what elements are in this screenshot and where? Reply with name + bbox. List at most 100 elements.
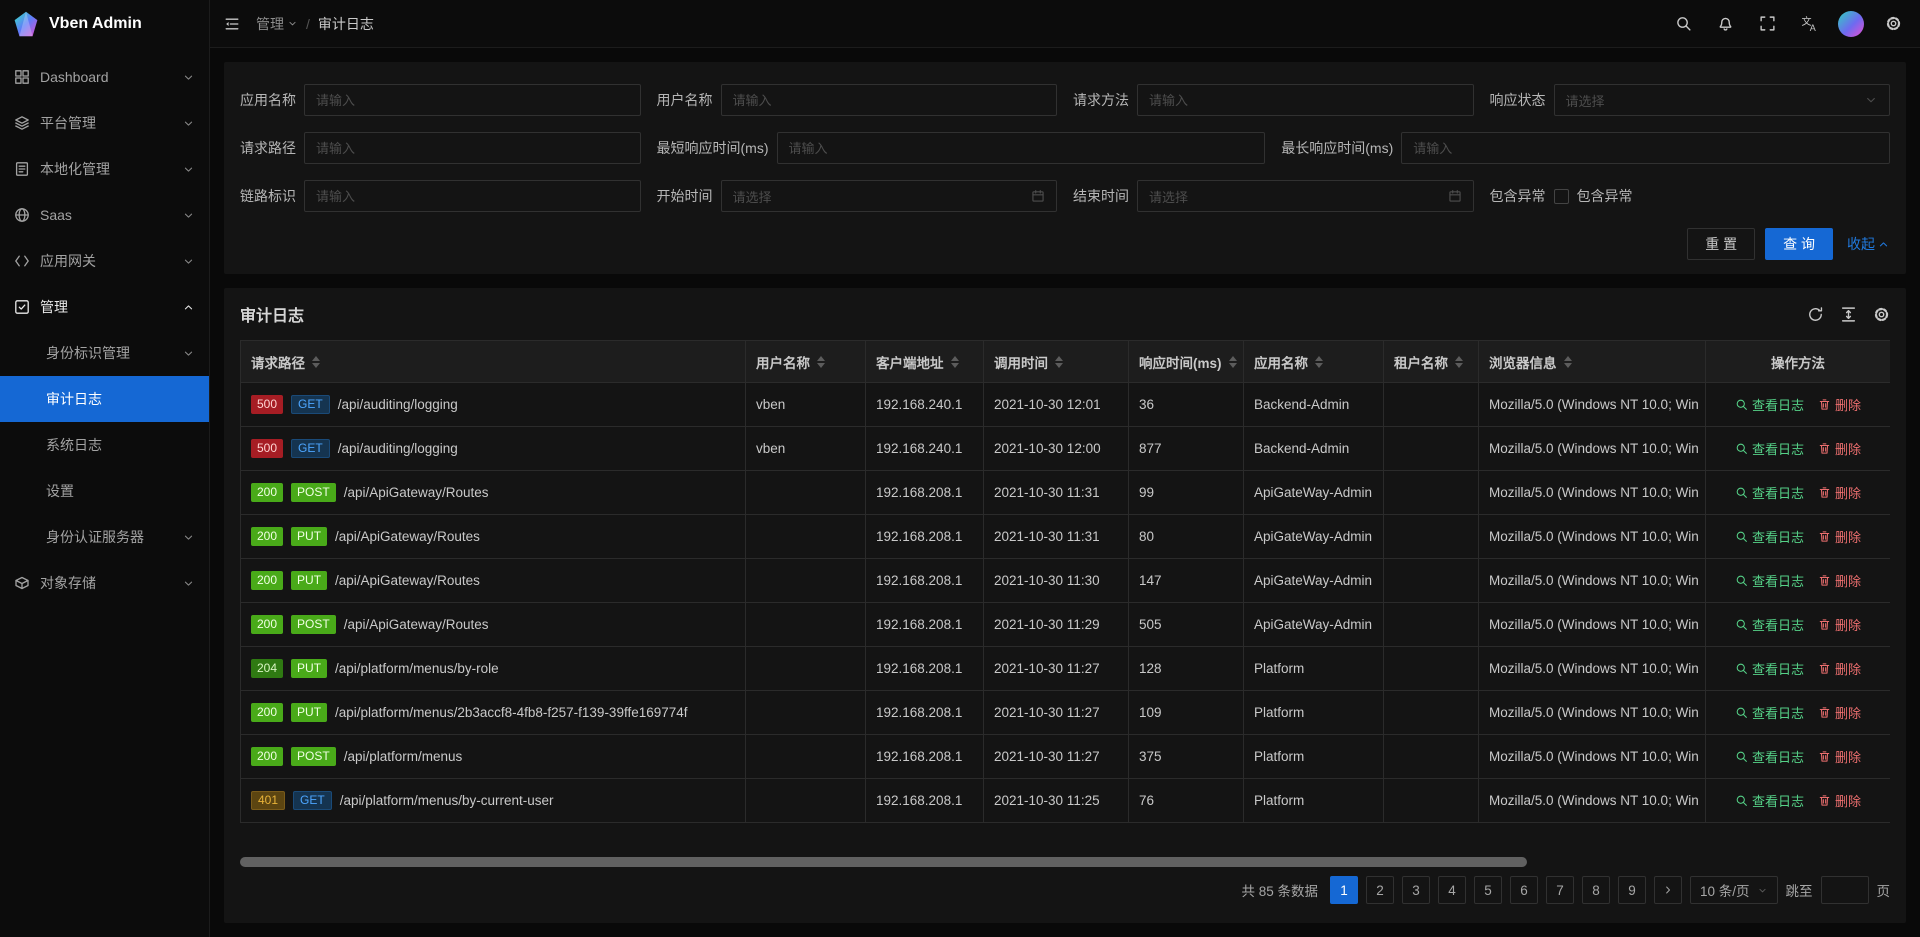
refresh-icon[interactable] [1807,306,1824,323]
sidebar-item-dashboard[interactable]: Dashboard [0,54,209,100]
view-log-button[interactable]: 查看日志 [1735,659,1804,678]
http-method-input[interactable] [1137,84,1474,116]
sidebar-item-settings[interactable]: 设置 [0,468,209,514]
view-log-button[interactable]: 查看日志 [1735,527,1804,546]
page-button-9[interactable]: 9 [1618,876,1646,904]
view-log-button[interactable]: 查看日志 [1735,615,1804,634]
view-log-button[interactable]: 查看日志 [1735,483,1804,502]
view-log-button[interactable]: 查看日志 [1735,791,1804,810]
trace-id-input[interactable] [304,180,641,212]
sort-icon[interactable] [312,356,320,368]
sidebar-item-localization-management[interactable]: 本地化管理 [0,146,209,192]
sidebar-item-audit-logs[interactable]: 审计日志 [0,376,209,422]
search-button[interactable] [1662,0,1704,48]
sidebar-item-saas[interactable]: Saas [0,192,209,238]
sort-asc-caret [1055,356,1063,361]
delete-button[interactable]: 删除 [1818,747,1861,766]
page-button-3[interactable]: 3 [1402,876,1430,904]
sort-icon[interactable] [1055,356,1063,368]
page-button-6[interactable]: 6 [1510,876,1538,904]
column-label: 用户名称 [756,352,810,372]
column-header-6[interactable]: 应用名称 [1244,341,1384,383]
table-toolbar-icons [1807,306,1890,323]
view-log-button[interactable]: 查看日志 [1735,703,1804,722]
page-button-5[interactable]: 5 [1474,876,1502,904]
search-icon [1735,530,1748,543]
column-header-1[interactable]: 请求路径 [241,341,746,383]
column-header-5[interactable]: 响应时间(ms) [1129,341,1244,383]
view-log-button[interactable]: 查看日志 [1735,395,1804,414]
settings-button[interactable] [1872,0,1914,48]
fullscreen-button[interactable] [1746,0,1788,48]
delete-button[interactable]: 删除 [1818,395,1861,414]
user-menu-button[interactable] [1830,0,1872,48]
horizontal-scrollbar[interactable] [240,857,1890,867]
sort-icon[interactable] [1315,356,1323,368]
response-status-select[interactable]: 请选择 [1554,84,1891,116]
page-button-1[interactable]: 1 [1330,876,1358,904]
column-header-4[interactable]: 调用时间 [984,341,1129,383]
column-header-3[interactable]: 客户端地址 [866,341,984,383]
app-name-input[interactable] [304,84,641,116]
collapse-link[interactable]: 收起 [1847,234,1890,254]
sidebar-item-management[interactable]: 管理 [0,284,209,330]
page-button-2[interactable]: 2 [1366,876,1394,904]
user-name-input[interactable] [721,84,1058,116]
reset-button[interactable]: 重 置 [1687,228,1755,260]
sidebar-item-auth-server[interactable]: 身份认证服务器 [0,514,209,560]
sort-icon[interactable] [1455,356,1463,368]
sort-icon[interactable] [1564,356,1572,368]
start-time-picker[interactable]: 请选择 [721,180,1058,212]
query-button[interactable]: 查 询 [1765,228,1833,260]
sidebar-item-platform-management[interactable]: 平台管理 [0,100,209,146]
response-time-cell: 109 [1129,691,1244,735]
delete-button[interactable]: 删除 [1818,483,1861,502]
page-button-8[interactable]: 8 [1582,876,1610,904]
request-path-input[interactable] [304,132,641,164]
breadcrumb-separator: / [306,16,310,32]
breadcrumb-current: 审计日志 [318,14,374,34]
notification-button[interactable] [1704,0,1746,48]
column-header-8[interactable]: 浏览器信息 [1479,341,1706,383]
view-log-button[interactable]: 查看日志 [1735,571,1804,590]
sort-icon[interactable] [817,356,825,368]
view-log-button[interactable]: 查看日志 [1735,439,1804,458]
menu-fold-button[interactable] [210,0,254,48]
sidebar-item-app-gateway[interactable]: 应用网关 [0,238,209,284]
jump-page-input[interactable] [1821,876,1869,904]
delete-button[interactable]: 删除 [1818,527,1861,546]
column-header-2[interactable]: 用户名称 [746,341,866,383]
view-log-button[interactable]: 查看日志 [1735,747,1804,766]
delete-button[interactable]: 删除 [1818,791,1861,810]
sort-desc-caret [1229,363,1237,368]
sort-icon[interactable] [1229,356,1237,368]
delete-button[interactable]: 删除 [1818,571,1861,590]
min-response-time-input[interactable] [777,132,1266,164]
sidebar-item-system-logs[interactable]: 系统日志 [0,422,209,468]
next-page-button[interactable] [1654,876,1682,904]
locale-button[interactable]: 文A [1788,0,1830,48]
sidebar-item-object-storage[interactable]: 对象存储 [0,560,209,606]
end-time-picker[interactable]: 请选择 [1137,180,1474,212]
breadcrumb-root[interactable]: 管理 [256,14,298,34]
row-height-icon[interactable] [1840,306,1857,323]
has-exception-checkbox[interactable] [1554,189,1569,204]
view-log-label: 查看日志 [1752,747,1804,766]
delete-button[interactable]: 删除 [1818,439,1861,458]
delete-button[interactable]: 删除 [1818,615,1861,634]
column-settings-icon[interactable] [1873,306,1890,323]
delete-button[interactable]: 删除 [1818,659,1861,678]
column-header-7[interactable]: 租户名称 [1384,341,1479,383]
page-button-7[interactable]: 7 [1546,876,1574,904]
row-actions: 查看日志删除 [1716,703,1880,722]
sort-icon[interactable] [951,356,959,368]
scrollbar-thumb[interactable] [240,857,1527,867]
max-response-time-input[interactable] [1401,132,1890,164]
delete-button[interactable]: 删除 [1818,703,1861,722]
sidebar-item-identity-management[interactable]: 身份标识管理 [0,330,209,376]
status-badge: 200 [251,747,283,766]
page-button-4[interactable]: 4 [1438,876,1466,904]
request-path-cell: 204PUT/api/platform/menus/by-role [241,647,746,691]
logo[interactable]: Vben Admin [0,0,209,48]
page-size-select[interactable]: 10 条/页 [1690,876,1778,904]
